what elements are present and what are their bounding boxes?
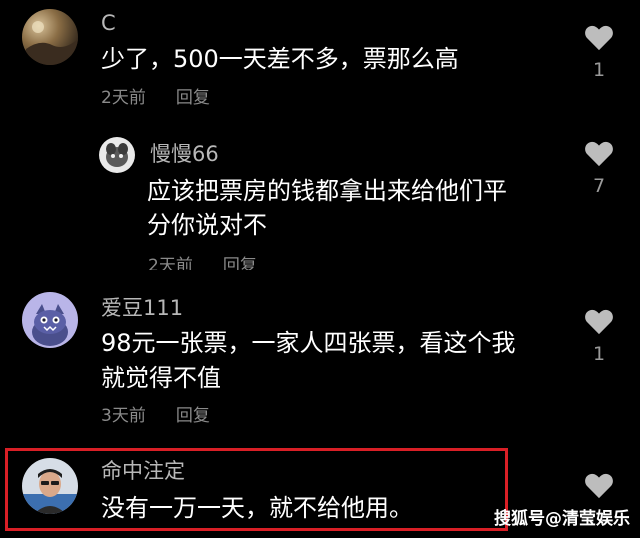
- comment-username[interactable]: C: [101, 11, 116, 35]
- comment-time: 2天前: [101, 88, 146, 108]
- comment-username[interactable]: 爱豆111: [101, 296, 183, 320]
- comment-text: 应该把票房的钱都拿出来给他们平: [147, 177, 507, 205]
- like-button[interactable]: 1: [579, 308, 619, 365]
- comment-time: 3天前: [101, 406, 146, 426]
- comment-meta: 3天前 回复: [101, 406, 210, 426]
- like-count: 7: [592, 175, 606, 197]
- like-button[interactable]: [579, 472, 619, 499]
- heart-icon: [585, 473, 613, 499]
- watermark: 搜狐号@清莹娱乐: [494, 509, 630, 529]
- avatar[interactable]: [22, 9, 78, 65]
- comment-meta: 2天前 回复: [101, 88, 210, 108]
- like-button[interactable]: 1: [579, 24, 619, 81]
- heart-icon: [585, 25, 613, 51]
- like-count: 1: [592, 59, 606, 81]
- avatar[interactable]: [99, 137, 135, 173]
- like-count: 1: [592, 343, 606, 365]
- comment-reply-item: 慢慢66 应该把票房的钱都拿出来给他们平 分你说对不 2天前 回复 7: [0, 130, 640, 270]
- comment-item: C 少了，500一天差不多，票那么高 2天前 回复 1: [0, 0, 640, 120]
- comment-text: 少了，500一天差不多，票那么高: [101, 45, 459, 73]
- highlight-box: [5, 448, 508, 531]
- comment-time: 2天前: [148, 256, 193, 270]
- like-button[interactable]: 7: [579, 140, 619, 197]
- comment-item: 爱豆111 98元一张票，一家人四张票，看这个我 就觉得不值 3天前 回复 1: [0, 282, 640, 432]
- heart-icon: [585, 309, 613, 335]
- avatar[interactable]: [22, 292, 78, 348]
- reply-button[interactable]: 回复: [176, 88, 210, 108]
- reply-button[interactable]: 回复: [223, 256, 257, 270]
- comment-username[interactable]: 慢慢66: [150, 142, 219, 166]
- comment-text-line2: 分你说对不: [147, 211, 267, 239]
- comment-meta: 2天前 回复: [148, 256, 257, 270]
- reply-button[interactable]: 回复: [176, 406, 210, 426]
- comment-text: 98元一张票，一家人四张票，看这个我: [101, 329, 516, 357]
- comment-text-line2: 就觉得不值: [101, 364, 221, 392]
- heart-icon: [585, 141, 613, 167]
